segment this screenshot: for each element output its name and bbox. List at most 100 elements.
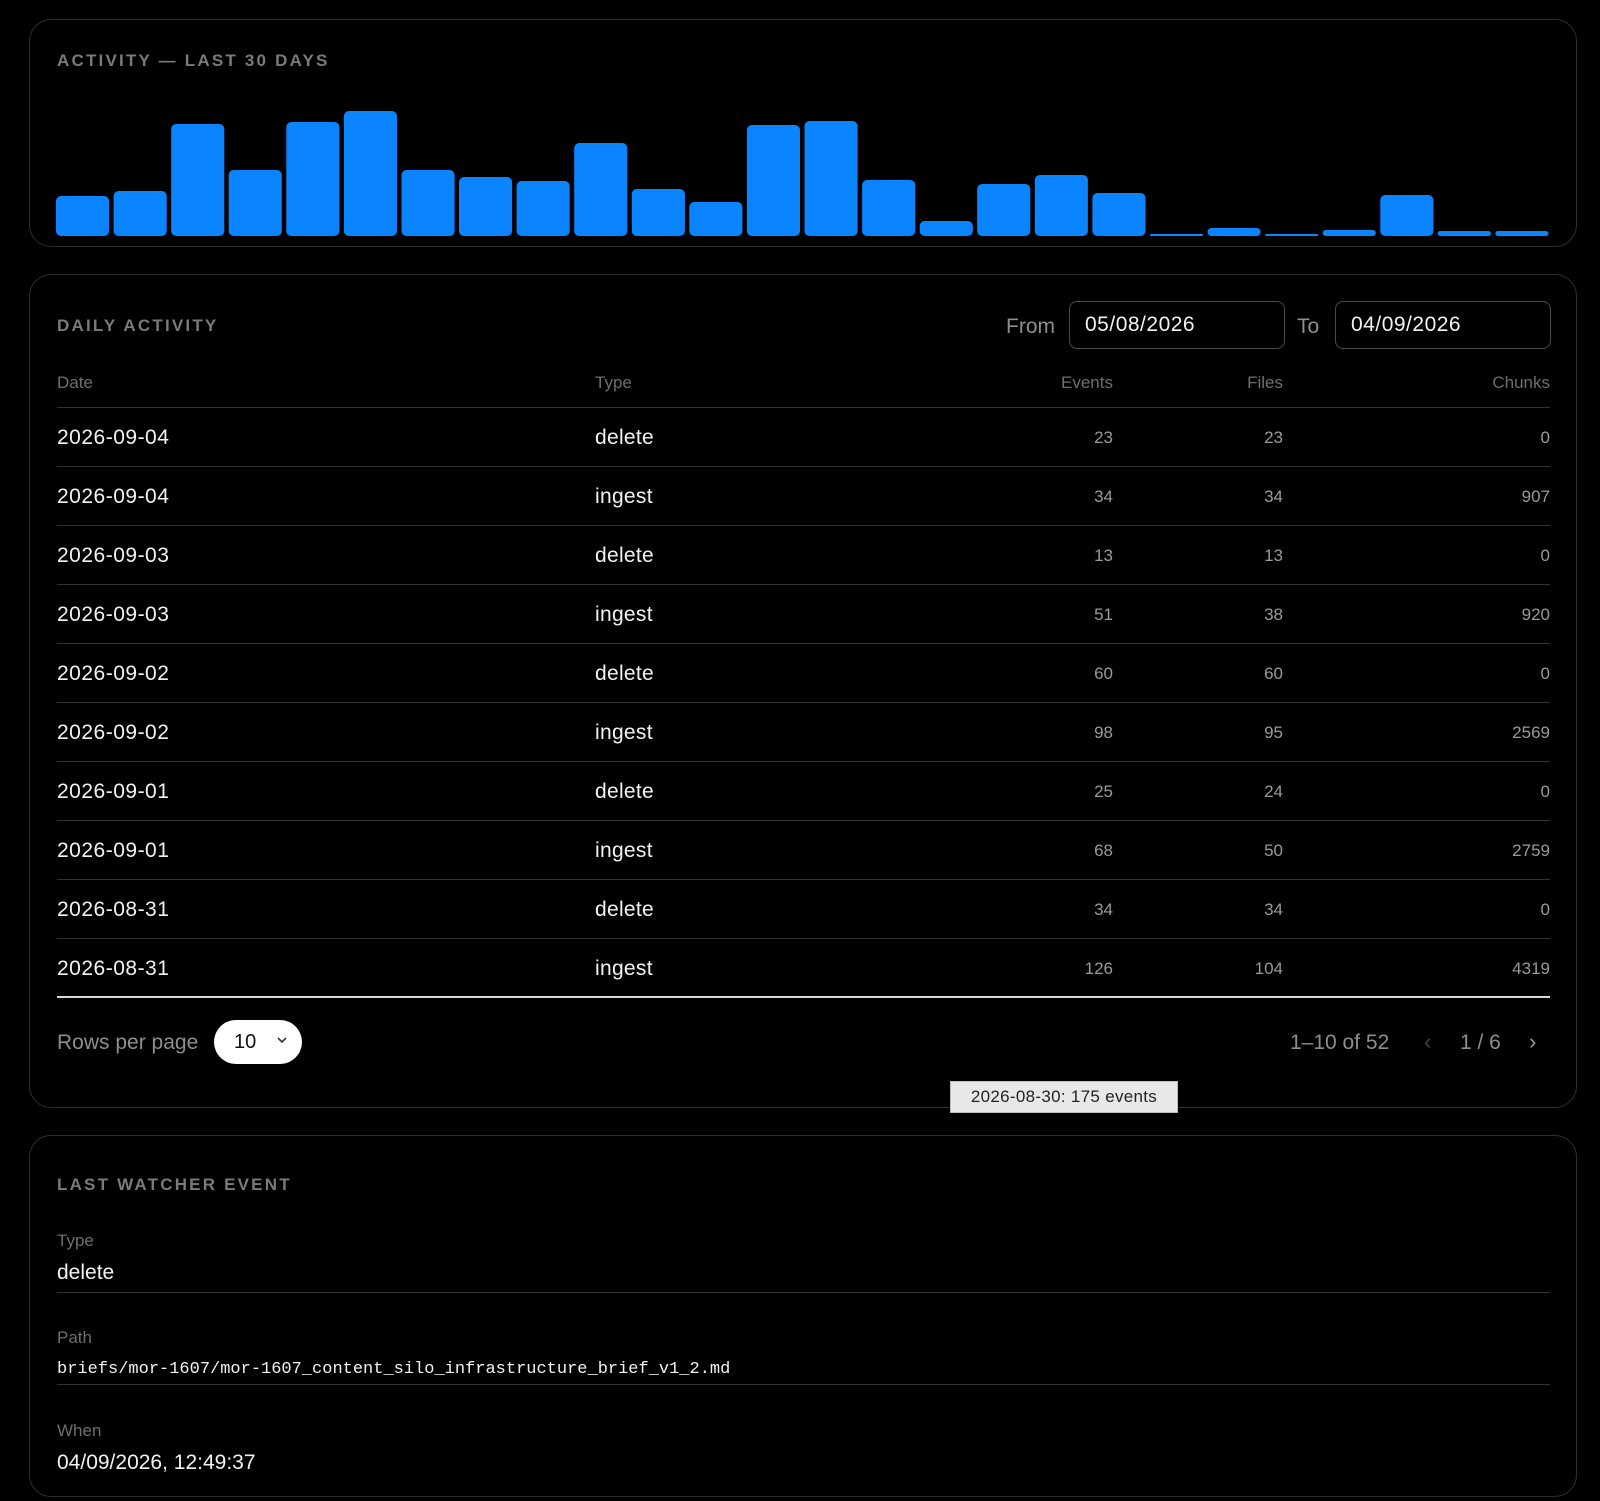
cell-chunks: 0 [1540,664,1550,683]
cell-files: 104 [1254,959,1283,978]
cell-events: 34 [1094,487,1113,506]
cell-date: 2026-09-02 [57,662,170,685]
cell-type: delete [595,780,655,803]
table-row[interactable]: 2026-08-31 ingest 126 104 4319 [57,939,1550,998]
watcher-when-field: When 04/09/2026, 12:49:37 [57,1421,1550,1475]
cell-files: 13 [1264,546,1283,565]
chart-bar[interactable] [1380,195,1434,236]
watcher-type-label: Type [57,1231,94,1250]
rows-per-page-value: 10 [234,1030,257,1053]
chart-bar[interactable] [919,221,973,236]
watcher-path-field: Path briefs/mor-1607/mor-1607_content_si… [57,1328,1550,1385]
table-row[interactable]: 2026-09-03 delete 13 13 0 [57,526,1550,585]
chart-bar[interactable] [1034,175,1088,236]
chart-bar[interactable] [113,191,167,236]
cell-type: ingest [595,839,653,862]
column-header-events[interactable]: Events [1061,373,1113,393]
table-row[interactable]: 2026-09-02 ingest 98 95 2569 [57,703,1550,762]
chart-bar[interactable] [1092,193,1146,236]
last-watcher-event-title: LAST WATCHER EVENT [57,1175,292,1194]
table-row[interactable]: 2026-09-04 ingest 34 34 907 [57,467,1550,526]
chart-bar[interactable] [1207,228,1261,236]
chart-bar[interactable] [459,177,513,236]
cell-events: 25 [1094,782,1113,801]
cell-date: 2026-09-04 [57,426,170,449]
previous-page-button[interactable]: ‹ [1424,1029,1431,1055]
cell-type: ingest [595,603,653,626]
cell-chunks: 2759 [1512,841,1550,860]
chart-bar[interactable] [574,143,628,236]
to-label: To [1297,315,1320,338]
chart-bar[interactable] [516,181,570,236]
chart-bar[interactable] [862,180,916,236]
table-row[interactable]: 2026-08-31 delete 34 34 0 [57,880,1550,939]
column-header-type[interactable]: Type [595,373,632,393]
cell-date: 2026-09-02 [57,721,170,744]
column-header-files[interactable]: Files [1247,373,1283,393]
chart-bar[interactable] [1495,231,1549,236]
daily-activity-card: DAILY ACTIVITY From To Date Type Events … [29,274,1577,1108]
from-label: From [1006,315,1055,338]
chart-bar[interactable] [1437,231,1491,236]
page-range-text: 1–10 of 52 [1290,1031,1390,1054]
watcher-path-label: Path [57,1328,92,1347]
chart-bar[interactable] [1265,234,1319,236]
cell-date: 2026-09-01 [57,839,170,862]
rows-per-page-select[interactable]: 10 [214,1020,302,1064]
cell-chunks: 0 [1540,900,1550,919]
cell-events: 98 [1094,723,1113,742]
cell-type: delete [595,662,655,685]
chart-bar[interactable] [343,111,397,236]
cell-type: delete [595,898,655,921]
cell-type: ingest [595,721,653,744]
cell-type: ingest [595,957,653,980]
activity-card: ACTIVITY — LAST 30 DAYS [29,19,1577,247]
cell-date: 2026-08-31 [57,957,170,980]
table-row[interactable]: 2026-09-03 ingest 51 38 920 [57,585,1550,644]
cell-files: 60 [1264,664,1283,683]
cell-date: 2026-09-03 [57,603,170,626]
cell-chunks: 0 [1540,546,1550,565]
table-row[interactable]: 2026-09-01 ingest 68 50 2759 [57,821,1550,880]
cell-type: delete [595,544,655,567]
watcher-when-label: When [57,1421,102,1440]
chart-tooltip: 2026-08-30: 175 events [950,1081,1178,1113]
watcher-type-field: Type delete [57,1231,1550,1293]
watcher-when-value: 04/09/2026, 12:49:37 [57,1451,256,1474]
last-watcher-event-card: LAST WATCHER EVENT Type delete Path brie… [29,1135,1577,1497]
chart-bar[interactable] [1322,230,1376,236]
next-page-button[interactable]: › [1529,1029,1536,1055]
chart-bar[interactable] [746,125,800,236]
chart-bar[interactable] [286,122,340,236]
cell-chunks: 4319 [1512,959,1550,978]
chart-bar[interactable] [171,124,225,236]
chevron-down-icon [277,1037,287,1044]
cell-date: 2026-09-04 [57,485,170,508]
cell-files: 23 [1264,428,1283,447]
column-header-date[interactable]: Date [57,373,93,393]
table-body: 2026-09-04 delete 23 23 0 2026-09-04 ingest 34 3… [57,408,1550,998]
column-header-chunks[interactable]: Chunks [1492,373,1550,393]
cell-events: 51 [1094,605,1113,624]
chart-bar[interactable] [1150,234,1204,236]
chart-bar[interactable] [689,202,743,236]
table-row[interactable]: 2026-09-04 delete 23 23 0 [57,408,1550,467]
watcher-path-value: briefs/mor-1607/mor-1607_content_silo_in… [57,1360,731,1379]
rows-per-page-label: Rows per page [57,1031,199,1054]
cell-files: 34 [1264,900,1283,919]
table-row[interactable]: 2026-09-02 delete 60 60 0 [57,644,1550,703]
chart-bar[interactable] [977,184,1031,236]
watcher-type-value: delete [57,1261,115,1284]
from-date-input[interactable] [1069,301,1285,349]
chart-bar[interactable] [56,196,110,236]
chart-bar[interactable] [228,170,282,236]
chart-bar[interactable] [401,170,455,236]
cell-date: 2026-09-01 [57,780,170,803]
cell-files: 95 [1264,723,1283,742]
daily-activity-title: DAILY ACTIVITY [57,316,219,335]
cell-files: 38 [1264,605,1283,624]
chart-bar[interactable] [631,189,685,236]
to-date-input[interactable] [1335,301,1551,349]
table-row[interactable]: 2026-09-01 delete 25 24 0 [57,762,1550,821]
chart-bar[interactable] [804,121,858,236]
